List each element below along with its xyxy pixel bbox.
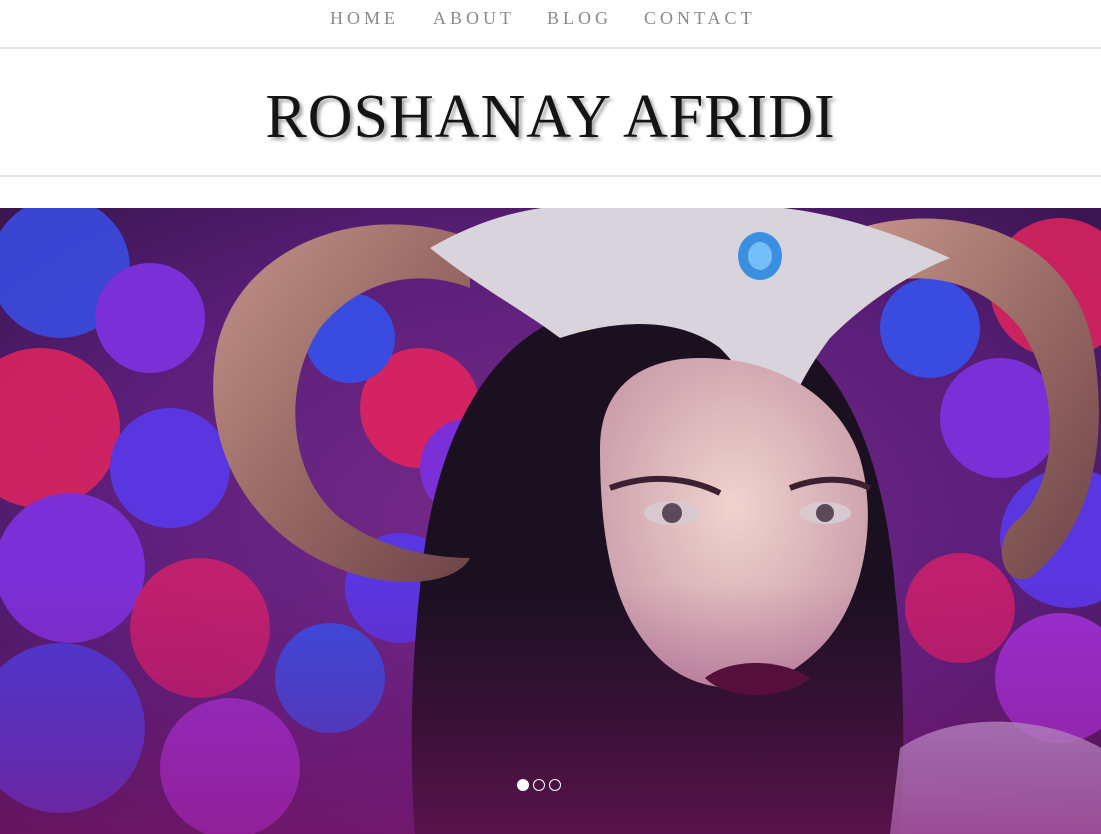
hero-slider xyxy=(0,208,1101,834)
nav-link-contact[interactable]: CONTACT xyxy=(644,8,756,29)
slide-dot-2[interactable] xyxy=(533,779,545,791)
hero-image xyxy=(0,208,1101,834)
slider-pagination xyxy=(517,779,561,793)
site-title[interactable]: ROSHANAY AFRIDI xyxy=(0,86,1101,148)
nav-link-blog[interactable]: BLOG xyxy=(547,8,612,29)
nav-link-about[interactable]: ABOUT xyxy=(433,8,515,29)
top-navigation: HOME ABOUT BLOG CONTACT xyxy=(0,0,1101,49)
slide-dot-1[interactable] xyxy=(517,779,529,791)
slide-dot-3[interactable] xyxy=(549,779,561,791)
nav-link-home[interactable]: HOME xyxy=(330,8,399,29)
